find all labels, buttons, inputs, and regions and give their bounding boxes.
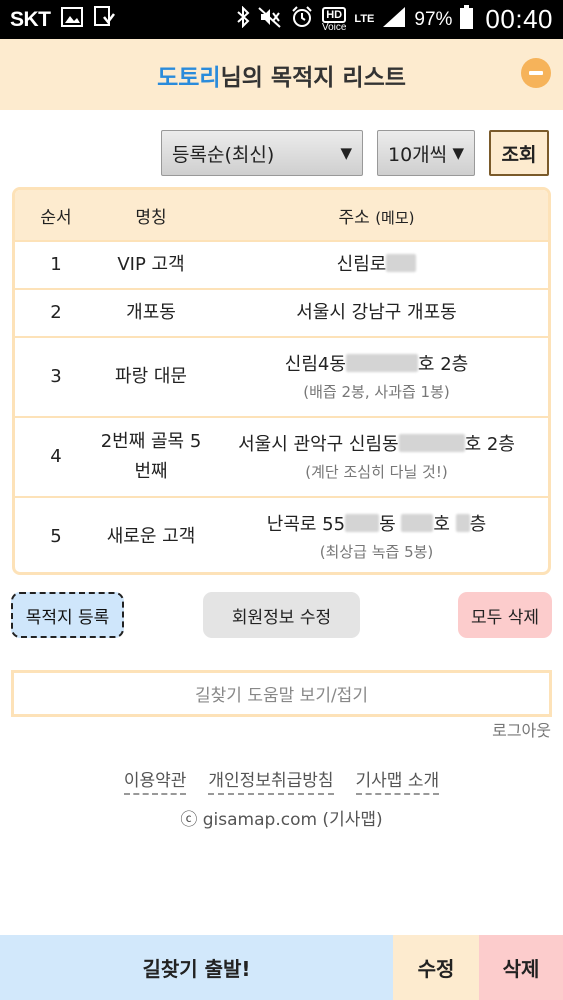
table-row[interactable]: 4 2번째 골목 5번째 서울시 관악구 신림동 호 2층 (계단 조심히 다닐 … [15,416,548,496]
row-address: 난곡로 55 동 호 층 (최상급 녹즙 5봉) [205,510,548,564]
row-memo: (계단 조심히 다닐 것!) [305,463,448,481]
redacted-block [386,254,417,272]
delete-button[interactable]: 삭제 [479,935,563,1000]
privacy-link[interactable]: 개인정보취급방침 [208,766,334,795]
row-no: 2 [50,302,62,323]
header-no: 순서 [40,207,72,228]
start-navigation-button[interactable]: 길찾기 출발! [0,935,393,1000]
carrier-label: SKT [10,7,51,31]
table-header: 순서 명칭 주소 (메모) [15,190,548,240]
image-icon [60,7,83,32]
register-destination-button[interactable]: 목적지 등록 [11,592,124,638]
mute-icon [258,6,282,33]
row-name: 개포동 [126,302,176,323]
row-no: 4 [50,446,62,467]
search-button[interactable]: 조회 [489,130,549,176]
page-title: 도토리님의 목적지 리스트 [157,58,406,92]
row-name: 파랑 대문 [115,366,187,387]
signal-icon [382,6,406,33]
table-row[interactable]: 3 파랑 대문 신림4동 호 2층 (배즙 2봉, 사과즙 1봉) [15,336,548,416]
terms-link[interactable]: 이용약관 [123,766,187,795]
redacted-block [401,514,434,532]
lte-label: LTE [354,13,375,25]
battery-icon [460,5,474,34]
clock: 00:40 [485,4,553,34]
page-header: 도토리님의 목적지 리스트 [0,39,563,110]
table-row[interactable]: 2 개포동 서울시 강남구 개포동 [15,288,548,336]
help-toggle-button[interactable]: 길찾기 도움말 보기/접기 [11,670,552,717]
table-row[interactable]: 5 새로운 고객 난곡로 55 동 호 층 (최상급 녹즙 5봉) [15,496,548,572]
table-row[interactable]: 1 VIP 고객 신림로 [15,240,548,288]
dropdown-arrow-icon: ▼ [340,144,352,162]
bluetooth-icon [236,5,250,33]
row-name: 새로운 고객 [106,526,196,547]
row-no: 5 [50,526,62,547]
bottom-action-bar: 길찾기 출발! 수정 삭제 [0,935,563,1000]
count-select[interactable]: 10개씩 ▼ [377,130,475,176]
row-address: 서울시 관악구 신림동 호 2층 (계단 조심히 다닐 것!) [205,430,548,484]
redacted-block [345,514,380,532]
row-name: 2번째 골목 5번째 [100,431,202,482]
sort-select-value: 등록순(최신) [172,143,275,166]
title-suffix: 님의 목적지 리스트 [220,64,406,91]
user-name: 도토리 [157,64,221,91]
list-controls: 등록순(최신) ▼ 10개씩 ▼ 조회 [161,130,549,176]
row-memo: (최상급 녹즙 5봉) [319,543,434,561]
alarm-icon [290,5,314,34]
redacted-block [455,514,470,532]
count-select-value: 10개씩 [388,143,448,166]
battery-percent: 97% [414,8,453,30]
header-name: 명칭 [135,207,167,228]
footer-links: 이용약관 개인정보취급방침 기사맵 소개 [0,766,563,795]
row-address: 신림4동 호 2층 (배즙 2봉, 사과즙 1봉) [205,350,548,404]
redacted-block [398,434,465,452]
row-memo: (배즙 2봉, 사과즙 1봉) [303,383,450,401]
download-icon [93,6,115,33]
dropdown-arrow-icon: ▼ [452,144,464,162]
header-address: 주소 (메모) [338,207,415,228]
row-address: 신림로 [205,250,548,280]
sort-select[interactable]: 등록순(최신) ▼ [161,130,363,176]
about-link[interactable]: 기사맵 소개 [355,766,440,795]
copyright: ⓒ gisamap.com (기사맵) [180,810,383,830]
edit-button[interactable]: 수정 [393,935,479,1000]
hd-voice-indicator: HD Voice [321,6,347,33]
logout-link[interactable]: 로그아웃 [492,717,551,741]
redacted-block [345,354,418,372]
row-name: VIP 고객 [117,254,185,275]
row-no: 3 [50,366,62,387]
edit-member-info-button[interactable]: 회원정보 수정 [203,592,360,638]
delete-all-button[interactable]: 모두 삭제 [458,592,552,638]
row-address: 서울시 강남구 개포동 [296,302,457,323]
collapse-icon[interactable] [521,58,551,88]
status-bar: SKT HD Voice LTE 97% 00:40 [0,0,563,39]
destination-table: 순서 명칭 주소 (메모) 1 VIP 고객 신림로 2 개포동 서울시 강남구… [12,187,551,575]
row-no: 1 [50,254,62,275]
